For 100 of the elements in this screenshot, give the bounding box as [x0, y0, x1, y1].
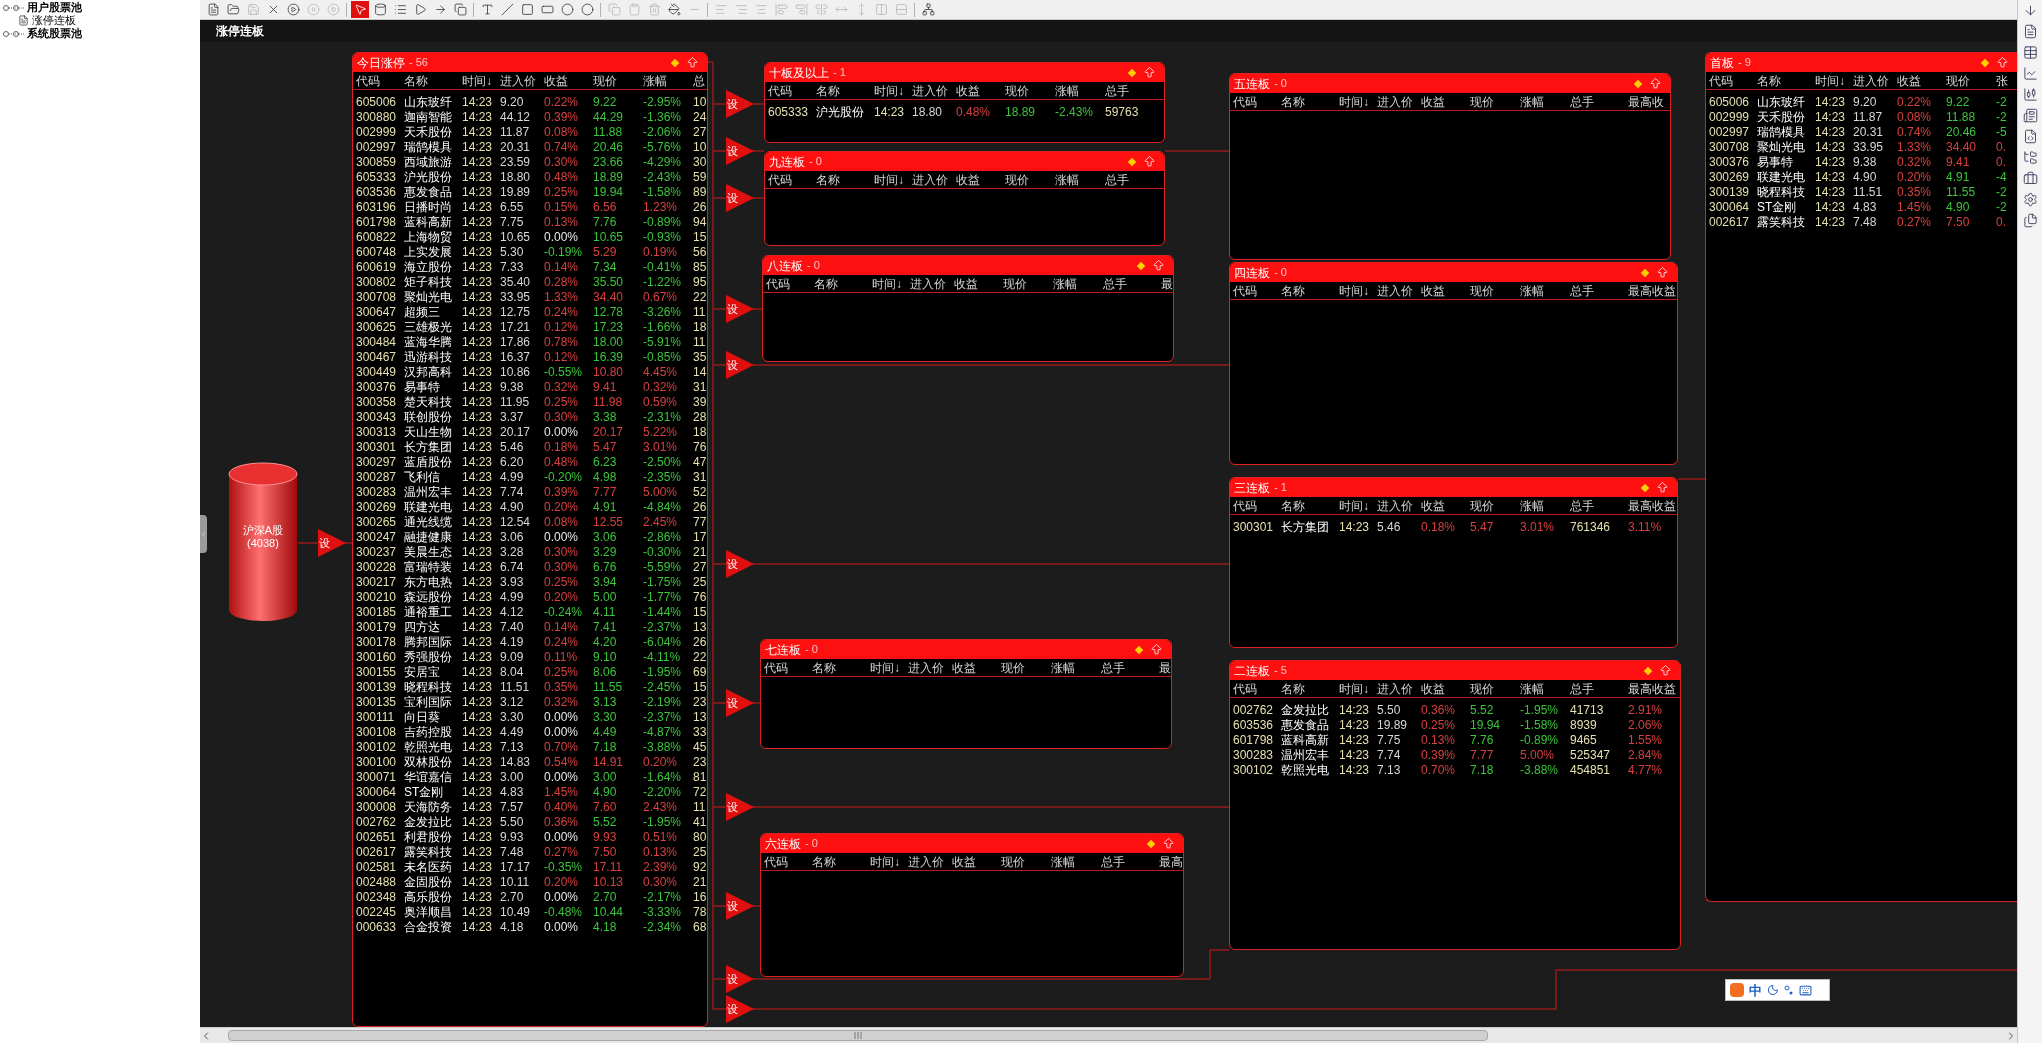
column-header[interactable]: 现价	[1003, 277, 1053, 290]
column-header[interactable]: 涨幅	[1520, 499, 1570, 512]
column-header[interactable]: 时间↓	[870, 855, 908, 868]
arrow-up-icon[interactable]	[1150, 643, 1163, 656]
boxes-icon[interactable]	[451, 1, 469, 18]
column-header[interactable]: 进入价	[1377, 499, 1421, 512]
column-header[interactable]: 现价	[1001, 855, 1051, 868]
document-icon[interactable]	[2022, 24, 2038, 39]
column-header[interactable]: 总手	[1103, 277, 1161, 290]
column-header[interactable]: 涨幅	[1051, 855, 1101, 868]
flow-marker[interactable]: 设	[726, 550, 754, 578]
arrow-up-icon[interactable]	[1649, 77, 1662, 90]
arrow-up-icon[interactable]	[1659, 664, 1672, 677]
column-header[interactable]: 代码	[764, 855, 812, 868]
column-header[interactable]: 名称	[816, 84, 874, 97]
column-header[interactable]: 进入价	[910, 277, 954, 290]
column-header[interactable]: 现价	[1005, 173, 1055, 186]
column-header[interactable]: 总手	[1105, 173, 1164, 186]
column-header[interactable]: 最	[1161, 277, 1173, 290]
column-header[interactable]: 代码	[764, 661, 812, 674]
paint-bucket-icon[interactable]	[665, 1, 683, 18]
column-header[interactable]: 总手	[1570, 284, 1628, 297]
horizontal-scrollbar[interactable]	[200, 1027, 2017, 1043]
down-arrow-icon[interactable]	[2022, 3, 2038, 18]
column-header[interactable]: 总手	[1570, 682, 1628, 695]
column-header[interactable]: 总手	[1101, 661, 1159, 674]
flow-marker[interactable]: 设	[726, 793, 754, 821]
database-cylinder[interactable]	[228, 462, 298, 622]
line-chart-icon[interactable]	[2022, 66, 2038, 81]
column-header[interactable]: 涨幅	[1055, 173, 1105, 186]
column-header[interactable]: 收益	[952, 855, 1001, 868]
column-header[interactable]: 时间↓	[874, 173, 912, 186]
column-header[interactable]: 进入价	[1377, 682, 1421, 695]
column-header[interactable]: 总手	[1105, 84, 1164, 97]
arrow-up-icon[interactable]	[1143, 155, 1156, 168]
settings-icon[interactable]	[2022, 192, 2038, 207]
column-header[interactable]: 时间↓	[1339, 499, 1377, 512]
column-header[interactable]: 进入价	[500, 74, 544, 87]
flow-marker[interactable]: 设	[726, 90, 754, 118]
column-header[interactable]: 最	[1159, 661, 1171, 674]
briefcase-icon[interactable]	[2022, 171, 2038, 186]
candlestick-icon[interactable]	[2022, 87, 2038, 102]
arrow-up-icon[interactable]	[1656, 266, 1669, 279]
pointer-icon[interactable]	[351, 1, 369, 18]
column-header[interactable]: 名称	[1281, 499, 1339, 512]
column-header[interactable]: 收益	[544, 74, 593, 87]
column-header[interactable]: 名称	[1757, 74, 1815, 87]
punctuation-icon[interactable]	[1784, 985, 1794, 995]
column-header[interactable]: 总手	[1570, 95, 1628, 108]
column-header[interactable]: 时间↓	[1339, 95, 1377, 108]
column-header[interactable]: 现价	[1005, 84, 1055, 97]
column-header[interactable]: 涨幅	[1055, 84, 1105, 97]
flow-marker[interactable]: 设	[726, 184, 754, 212]
collapse-handle-icon[interactable]	[200, 515, 207, 553]
column-header[interactable]: 进入价	[1377, 284, 1421, 297]
column-header[interactable]: 现价	[1470, 95, 1520, 108]
ime-logo-icon[interactable]	[1730, 983, 1744, 997]
moon-icon[interactable]	[1767, 984, 1779, 996]
column-header[interactable]: 名称	[1281, 682, 1339, 695]
column-header[interactable]: 最高收益	[1628, 284, 1677, 297]
column-header[interactable]: 名称	[1281, 284, 1339, 297]
column-header[interactable]: 进入价	[912, 84, 956, 97]
flow-marker[interactable]: 设	[726, 995, 754, 1023]
keyboard-icon[interactable]	[1799, 983, 1812, 997]
column-header[interactable]: 进入价	[908, 855, 952, 868]
column-header[interactable]: 现价	[593, 74, 643, 87]
tree-item[interactable]: 涨停连板	[32, 15, 76, 26]
column-header[interactable]: 最高	[1159, 855, 1183, 868]
column-header[interactable]: 最高收益	[1628, 682, 1680, 695]
column-header[interactable]: 时间↓	[874, 84, 912, 97]
pages-icon[interactable]	[2022, 213, 2038, 228]
play-icon[interactable]	[284, 1, 302, 18]
circle-icon[interactable]	[578, 1, 596, 18]
tree-item[interactable]: 系统股票池	[27, 28, 82, 39]
column-header[interactable]: 最高收益	[1628, 499, 1677, 512]
column-header[interactable]: 收益	[1897, 74, 1946, 87]
column-header[interactable]: 名称	[812, 661, 870, 674]
arrow-up-icon[interactable]	[1996, 56, 2009, 69]
flow-marker[interactable]: 设	[726, 137, 754, 165]
news-icon[interactable]	[2022, 108, 2038, 123]
column-header[interactable]: 总	[693, 74, 707, 87]
table-icon[interactable]	[2022, 45, 2038, 60]
column-header[interactable]: 时间↓	[1339, 284, 1377, 297]
column-header[interactable]: 时间↓	[870, 661, 908, 674]
column-header[interactable]: 代码	[766, 277, 814, 290]
column-header[interactable]: 现价	[1470, 499, 1520, 512]
column-header[interactable]: 名称	[816, 173, 874, 186]
arrow-up-icon[interactable]	[1152, 259, 1165, 272]
column-header[interactable]: 名称	[812, 855, 870, 868]
column-header[interactable]: 代码	[356, 74, 404, 87]
column-header[interactable]: 现价	[1946, 74, 1996, 87]
column-header[interactable]: 收益	[1421, 284, 1470, 297]
flow-marker[interactable]: 设	[726, 892, 754, 920]
column-header[interactable]: 总手	[1101, 855, 1159, 868]
column-header[interactable]: 收益	[956, 173, 1005, 186]
column-header[interactable]: 代码	[1233, 95, 1281, 108]
scrollbar-thumb[interactable]	[228, 1030, 1488, 1041]
flow-marker[interactable]: 设	[726, 351, 754, 379]
column-header[interactable]: 总手	[1570, 499, 1628, 512]
column-header[interactable]: 现价	[1470, 284, 1520, 297]
